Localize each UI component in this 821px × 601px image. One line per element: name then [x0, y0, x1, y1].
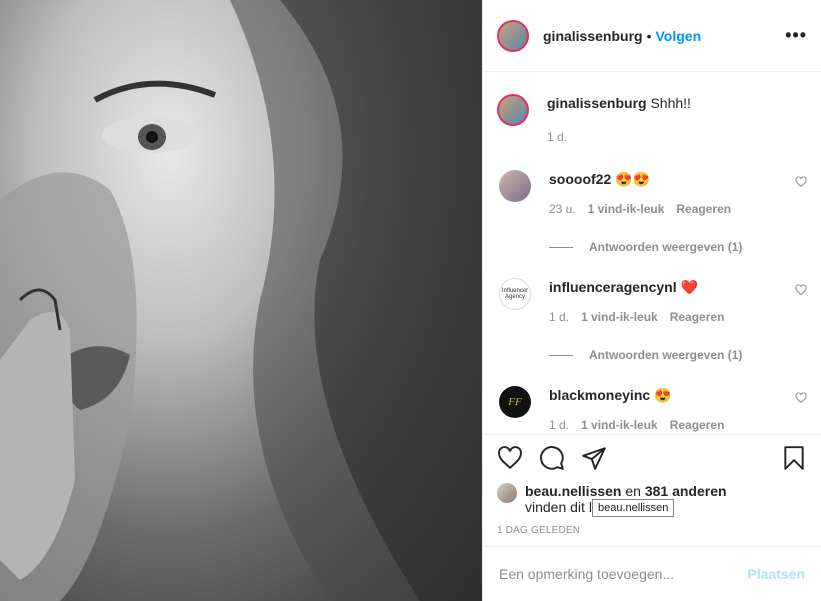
caption-text: Shhh!!	[650, 95, 691, 111]
comment-input[interactable]: Een opmerking toevoegen...	[499, 566, 747, 582]
comment-time[interactable]: 1 d.	[549, 308, 569, 326]
first-liker[interactable]: beau.nellissen	[525, 483, 621, 499]
commenter-avatar[interactable]: Influencer Agency	[499, 278, 531, 310]
username-tooltip: beau.nellissen	[592, 499, 675, 517]
add-comment-bar: Een opmerking toevoegen... Plaatsen	[483, 546, 821, 601]
comment-username[interactable]: blackmoneyinc	[549, 387, 650, 403]
comment-likes[interactable]: 1 vind-ik-leuk	[581, 416, 658, 434]
comment-icon[interactable]	[539, 445, 565, 471]
comment-username[interactable]: influenceragencynl	[549, 279, 677, 295]
view-replies[interactable]: Antwoorden weergeven (1)	[549, 240, 807, 254]
comment-item: soooof22 😍😍 23 u. 1 vind-ik-leuk Reagere…	[497, 170, 807, 218]
avatar-logo-text: Influencer Agency	[501, 288, 529, 300]
comment-likes[interactable]: 1 vind-ik-leuk	[581, 308, 658, 326]
post-side-panel: ginalissenburg • Volgen ••• ginalissenbu…	[482, 0, 821, 601]
author-avatar[interactable]	[497, 19, 529, 52]
reply-button[interactable]: Reageren	[670, 416, 725, 434]
comment-text: ❤️	[680, 279, 698, 295]
like-comment-heart-icon[interactable]	[795, 176, 807, 188]
reply-button[interactable]: Reageren	[670, 308, 725, 326]
comment-text: 😍	[654, 387, 672, 403]
view-replies-label[interactable]: Antwoorden weergeven (1)	[589, 348, 742, 362]
share-icon[interactable]	[581, 445, 607, 471]
replies-line	[549, 354, 573, 356]
comment-time[interactable]: 23 u.	[549, 200, 576, 218]
bookmark-icon[interactable]	[781, 445, 807, 471]
liker-avatar[interactable]	[497, 483, 517, 503]
like-comment-heart-icon[interactable]	[795, 284, 807, 296]
photo-illustration	[0, 0, 482, 601]
caption-time[interactable]: 1 d.	[547, 128, 567, 146]
follow-button[interactable]: Volgen	[655, 28, 701, 44]
like-comment-heart-icon[interactable]	[795, 392, 807, 404]
commenter-avatar[interactable]	[499, 170, 531, 202]
post-comment-button[interactable]: Plaatsen	[747, 566, 805, 582]
avatar-logo-text: FF	[508, 396, 522, 408]
view-replies[interactable]: Antwoorden weergeven (1)	[549, 348, 807, 362]
more-options-icon[interactable]: •••	[785, 25, 807, 46]
comment-time[interactable]: 1 d.	[549, 416, 569, 434]
heart-icon[interactable]	[497, 445, 523, 471]
author-username[interactable]: ginalissenburg	[543, 28, 643, 44]
likes-connector: en	[625, 483, 641, 499]
caption-author-avatar[interactable]	[497, 94, 529, 126]
comments-list[interactable]: ginalissenburg Shhh!! 1 d. soooof22 😍😍 2…	[483, 72, 821, 434]
view-replies-label[interactable]: Antwoorden weergeven (1)	[589, 240, 742, 254]
commenter-avatar[interactable]: FF	[499, 386, 531, 418]
post-photo[interactable]	[0, 0, 482, 601]
caption-author[interactable]: ginalissenburg	[547, 95, 647, 111]
post-header: ginalissenburg • Volgen •••	[483, 0, 821, 72]
comment-item: FF blackmoneyinc 😍 1 d. 1 vind-ik-leuk R…	[497, 386, 807, 434]
reply-button[interactable]: Reageren	[676, 200, 731, 218]
comment-item: Influencer Agency influenceragencynl ❤️ …	[497, 278, 807, 326]
post-actions: beau.nellissen en 381 anderen vinden dit…	[483, 434, 821, 546]
comment-likes[interactable]: 1 vind-ik-leuk	[588, 200, 665, 218]
separator-dot: •	[646, 27, 652, 44]
comment-text: 😍😍	[615, 171, 650, 187]
post-timestamp[interactable]: 1 DAG GELEDEN	[497, 525, 807, 536]
others-count[interactable]: 381 anderen	[645, 483, 727, 499]
comment-username[interactable]: soooof22	[549, 171, 611, 187]
replies-line	[549, 246, 573, 248]
caption: ginalissenburg Shhh!! 1 d.	[497, 94, 807, 146]
